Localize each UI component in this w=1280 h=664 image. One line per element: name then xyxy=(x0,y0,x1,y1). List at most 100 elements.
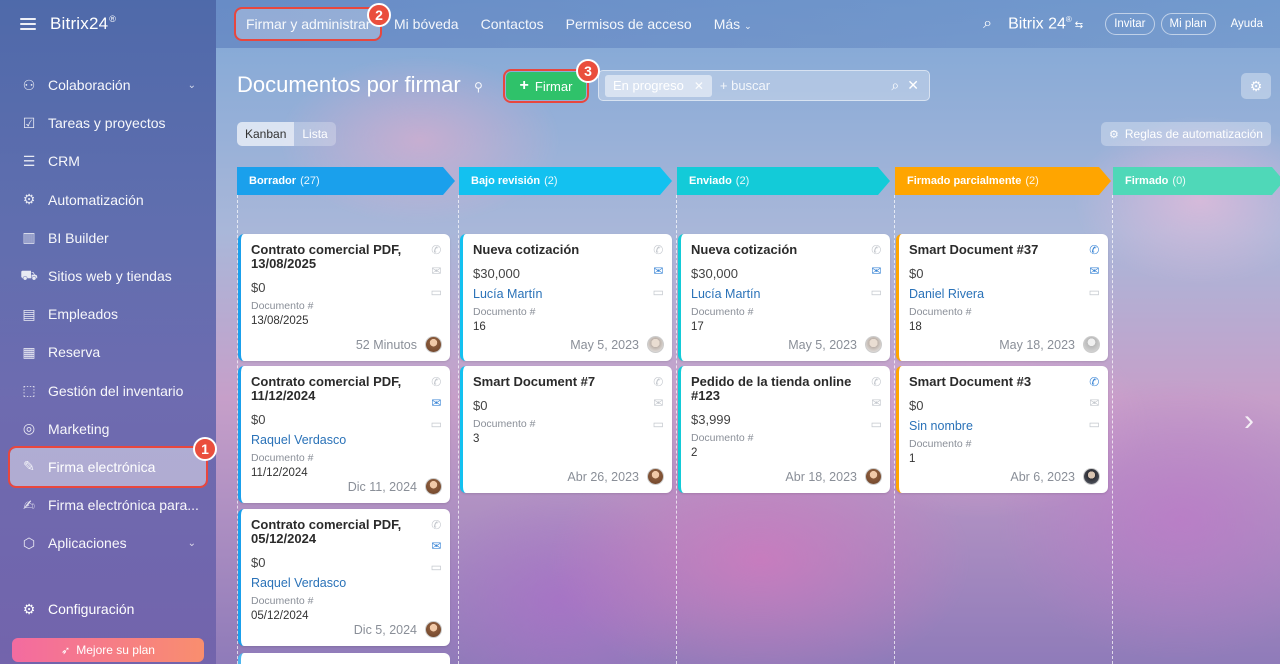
chevron-down-icon[interactable]: ⌄ xyxy=(188,538,196,549)
view-list-tab[interactable]: Lista xyxy=(294,122,335,146)
chat-icon[interactable]: ▭ xyxy=(871,282,882,303)
upgrade-plan-button[interactable]: ➶ Mejore su plan xyxy=(12,638,204,662)
mail-icon[interactable]: ✉ xyxy=(653,393,663,414)
clear-icon[interactable]: ✕ xyxy=(907,77,919,94)
mail-icon[interactable]: ✉ xyxy=(1089,261,1099,282)
column-header[interactable]: Bajo revisión (2) xyxy=(459,167,672,195)
avatar[interactable] xyxy=(1083,468,1100,485)
phone-icon[interactable]: ✆ xyxy=(1089,240,1099,261)
kanban-card[interactable]: Smart Document #7 $0 Documento # 3 ✆ ✉ ▭ Abr 26… xyxy=(460,366,672,493)
card-title[interactable]: Nueva cotización xyxy=(691,243,880,257)
kanban-card[interactable]: Nueva cotización $30,000 Lucía Martín Docum… xyxy=(460,234,672,361)
sidebar-item-configuration[interactable]: ⚙ Configuración xyxy=(20,596,135,622)
phone-icon[interactable]: ✆ xyxy=(431,515,441,536)
sidebar-item[interactable]: ✍ Firma electrónica para... xyxy=(0,486,216,524)
menu-icon[interactable] xyxy=(20,18,36,30)
chat-icon[interactable]: ▭ xyxy=(431,282,442,303)
avatar[interactable] xyxy=(647,336,664,353)
kanban-card[interactable]: Nueva cotización $30,000 Lucía Martín Docum… xyxy=(678,234,890,361)
phone-icon[interactable]: ✆ xyxy=(1089,372,1099,393)
chat-icon[interactable]: ▭ xyxy=(1089,414,1100,435)
column-header[interactable]: Firmado parcialmente (2) xyxy=(895,167,1111,195)
avatar[interactable] xyxy=(1083,336,1100,353)
avatar[interactable] xyxy=(425,478,442,495)
column-header[interactable]: Firmado (0) xyxy=(1113,167,1280,195)
chat-icon[interactable]: ▭ xyxy=(1089,282,1100,303)
close-icon[interactable]: ✕ xyxy=(694,79,704,93)
sidebar-item[interactable]: ☑ Tareas y proyectos xyxy=(0,104,216,142)
sidebar-item[interactable]: ⬚ Gestión del inventario xyxy=(0,372,216,410)
sidebar-item[interactable]: ☰ CRM xyxy=(0,142,216,180)
kanban-card[interactable]: Pedido de la tienda online #123 $3,999 Doc… xyxy=(678,366,890,493)
phone-icon[interactable]: ✆ xyxy=(871,240,881,261)
chat-icon[interactable]: ▭ xyxy=(871,414,882,435)
card-contact-link[interactable]: Lucía Martín xyxy=(473,287,662,301)
sign-button[interactable]: + Firmar xyxy=(503,69,589,103)
column-header[interactable]: Borrador (27) xyxy=(237,167,455,195)
card-title[interactable]: Contrato comercial PDF, 05/12/2024 xyxy=(251,518,440,546)
mail-icon[interactable]: ✉ xyxy=(871,261,881,282)
search-icon[interactable]: ⌕ xyxy=(891,77,899,94)
avatar[interactable] xyxy=(425,336,442,353)
mail-icon[interactable]: ✉ xyxy=(431,536,441,557)
sidebar-item[interactable]: ⬡ Aplicaciones ⌄ xyxy=(0,524,216,562)
kanban-card[interactable]: Contrato comercial PDF, 05/12/2024 $0 Raqu… xyxy=(238,509,450,646)
mail-icon[interactable]: ✉ xyxy=(653,261,663,282)
kanban-card[interactable]: Contrato comercial PDF, 11/12/2024 $0 Raqu… xyxy=(238,366,450,503)
sidebar-item[interactable]: ▤ Empleados xyxy=(0,295,216,333)
sidebar-item[interactable]: ▥ BI Builder xyxy=(0,219,216,257)
card-contact-link[interactable]: Daniel Rivera xyxy=(909,287,1098,301)
card-contact-link[interactable]: Raquel Verdasco xyxy=(251,433,440,447)
chat-icon[interactable]: ▭ xyxy=(431,414,442,435)
card-title[interactable]: Smart Document #37 xyxy=(909,243,1098,257)
view-kanban-tab[interactable]: Kanban xyxy=(237,122,295,146)
filter-chip-in-progress[interactable]: En progreso ✕ xyxy=(605,74,712,97)
card-title[interactable]: Smart Document #3 xyxy=(909,375,1098,389)
filter-bar[interactable]: En progreso ✕ ⌕ ✕ xyxy=(598,70,930,101)
mail-icon[interactable]: ✉ xyxy=(1089,393,1099,414)
invite-button[interactable]: Invitar xyxy=(1105,13,1155,35)
search-icon[interactable]: ⌕ xyxy=(983,15,992,33)
card-title[interactable]: Contrato comercial PDF, 11/12/2024 xyxy=(251,375,440,403)
chevron-right-icon[interactable]: › xyxy=(1244,404,1254,438)
card-contact-link[interactable]: Sin nombre xyxy=(909,419,1098,433)
kanban-card[interactable]: Contrato comercial PDF, 13/08/2025 $0 Docu… xyxy=(238,234,450,361)
tab-item[interactable]: Contactos xyxy=(481,16,544,32)
avatar[interactable] xyxy=(425,621,442,638)
phone-icon[interactable]: ✆ xyxy=(871,372,881,393)
help-button[interactable]: Ayuda xyxy=(1222,13,1272,35)
brand-logo[interactable]: Bitrix24® xyxy=(50,14,116,34)
tab-item[interactable]: Más ⌄ xyxy=(714,16,752,32)
chat-icon[interactable]: ▭ xyxy=(431,557,442,578)
sidebar-item[interactable]: ◎ Marketing xyxy=(0,410,216,448)
kanban-card[interactable]: Smart Document #3 $0 Sin nombre Documento #… xyxy=(896,366,1108,493)
phone-icon[interactable]: ✆ xyxy=(431,240,441,261)
phone-icon[interactable]: ✆ xyxy=(431,372,441,393)
mail-icon[interactable]: ✉ xyxy=(871,393,881,414)
portal-logo[interactable]: Bitrix 24®⇆ xyxy=(1008,15,1083,33)
my-plan-button[interactable]: Mi plan xyxy=(1160,13,1216,35)
automation-rules-button[interactable]: ⚙ Reglas de automatización xyxy=(1101,122,1271,146)
avatar[interactable] xyxy=(865,468,882,485)
card-title[interactable]: Smart Document #7 xyxy=(473,375,662,389)
kanban-card[interactable]: Smart Document #37 $0 Daniel Rivera Documen… xyxy=(896,234,1108,361)
avatar[interactable] xyxy=(865,336,882,353)
card-title[interactable]: Contrato comercial PDF, 13/08/2025 xyxy=(251,243,440,271)
settings-button[interactable]: ⚙ xyxy=(1241,73,1271,99)
card-contact-link[interactable]: Lucía Martín xyxy=(691,287,880,301)
phone-icon[interactable]: ✆ xyxy=(653,372,663,393)
search-input[interactable] xyxy=(719,78,880,93)
avatar[interactable] xyxy=(647,468,664,485)
tab-item[interactable]: Mi bóveda xyxy=(394,16,459,32)
card-title[interactable]: Pedido de la tienda online #123 xyxy=(691,375,880,403)
tab-item[interactable]: Firmar y administrar xyxy=(234,7,382,41)
card-contact-link[interactable]: Raquel Verdasco xyxy=(251,576,440,590)
sidebar-item[interactable]: ⚙ Automatización xyxy=(0,181,216,219)
sidebar-item[interactable]: ⛟ Sitios web y tiendas xyxy=(0,257,216,295)
mail-icon[interactable]: ✉ xyxy=(431,393,441,414)
mail-icon[interactable]: ✉ xyxy=(431,261,441,282)
kanban-card[interactable] xyxy=(238,653,450,664)
sidebar-item[interactable]: ▦ Reserva xyxy=(0,333,216,371)
sidebar-item[interactable]: ⚇ Colaboración ⌄ xyxy=(0,66,216,104)
pin-icon[interactable]: ⚲ xyxy=(474,80,483,94)
